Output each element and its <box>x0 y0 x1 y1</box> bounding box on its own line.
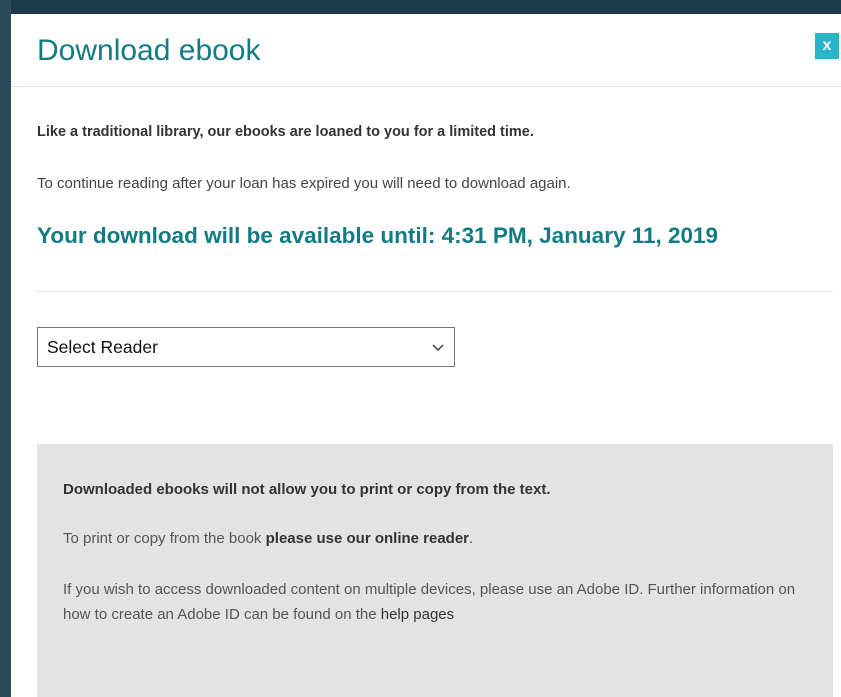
close-button[interactable]: x <box>815 33 839 59</box>
print-restriction-notice: Downloaded ebooks will not allow you to … <box>63 481 551 498</box>
download-ebook-dialog: Download ebook x Like a traditional libr… <box>11 14 841 697</box>
reader-select[interactable]: Select Reader <box>37 327 455 367</box>
loan-notice: Like a traditional library, our ebooks a… <box>37 124 534 140</box>
online-reader-prefix: To print or copy from the book <box>63 530 266 547</box>
help-pages-link[interactable]: help pages <box>381 606 454 623</box>
dialog-title: Download ebook <box>37 34 261 67</box>
availability-heading: Your download will be available until: 4… <box>37 223 719 248</box>
reader-select-value: Select Reader <box>47 337 158 357</box>
adobe-id-notice: If you wish to access downloaded content… <box>63 577 813 627</box>
background-left-strip <box>0 0 11 697</box>
dialog-header: Download ebook x <box>11 14 841 87</box>
online-reader-notice: To print or copy from the book please us… <box>63 530 473 547</box>
background-top-strip <box>0 0 841 14</box>
online-reader-link[interactable]: please use our online reader <box>266 530 469 547</box>
online-reader-suffix: . <box>469 530 474 547</box>
chevron-down-icon <box>432 344 444 351</box>
section-divider <box>37 291 833 292</box>
download-info-panel: Downloaded ebooks will not allow you to … <box>37 444 833 697</box>
redownload-notice: To continue reading after your loan has … <box>37 175 571 192</box>
